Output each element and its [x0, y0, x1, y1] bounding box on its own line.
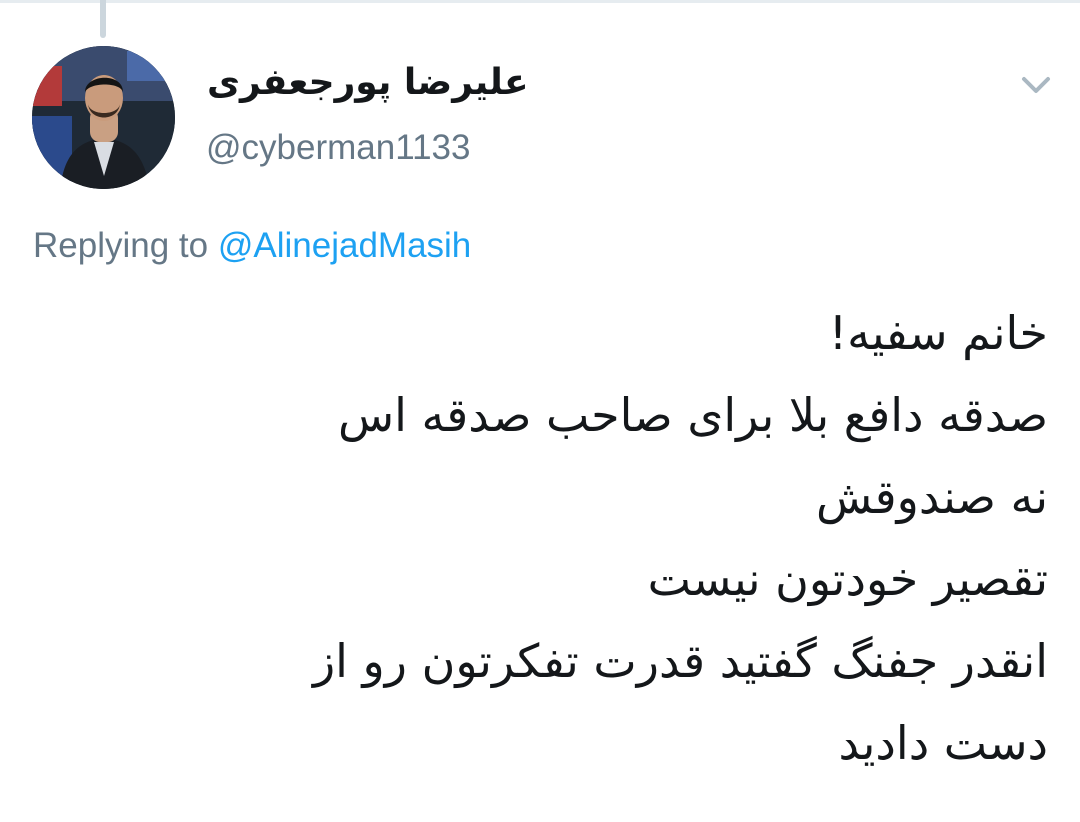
- tweet-text-line: انقدر جفنگ گفتید قدرت تفکرتون رو از: [312, 634, 1048, 688]
- tweet-body: خانم سفیه! صدقه دافع بلا برای صاحب صدقه …: [48, 292, 1048, 784]
- tweet-text-line: تقصیر خودتون نیست: [647, 552, 1048, 606]
- replying-to-label: Replying to: [33, 226, 209, 265]
- tweet-text-line: صدقه دافع بلا برای صاحب صدقه اس: [337, 388, 1048, 442]
- reply-context: Replying to @AlinejadMasih: [33, 226, 471, 266]
- avatar-photo-icon: [32, 46, 175, 189]
- tweet-text-line: دست دادید: [838, 716, 1048, 770]
- reply-mention-link[interactable]: @AlinejadMasih: [218, 226, 471, 265]
- user-avatar[interactable]: [32, 46, 175, 189]
- chevron-down-icon[interactable]: [1018, 72, 1054, 98]
- tweet-text-line: خانم سفیه!: [828, 306, 1048, 360]
- author-handle[interactable]: @cyberman1133: [206, 128, 470, 168]
- top-divider: [0, 0, 1080, 3]
- tweet-text-line: نه صندوقش: [815, 470, 1048, 524]
- thread-connector-line: [100, 0, 106, 38]
- tweet-view: علیرضا پورجعفری @cyberman1133 Replying t…: [0, 0, 1080, 822]
- author-display-name[interactable]: علیرضا پورجعفری: [207, 62, 529, 103]
